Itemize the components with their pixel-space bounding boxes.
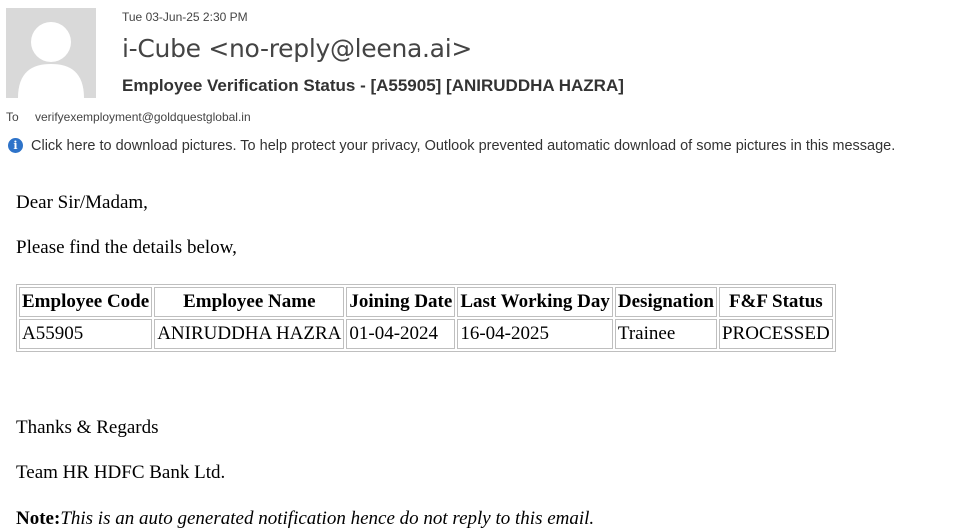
header-designation: Designation <box>614 287 717 317</box>
recipient-row: To verifyexemployment@goldquestglobal.in <box>6 110 251 124</box>
employee-details-table: Employee Code Employee Name Joining Date… <box>16 284 836 352</box>
avatar[interactable] <box>6 8 96 98</box>
cell-joining-date: 01-04-2024 <box>346 319 456 349</box>
sent-date: Tue 03-Jun-25 2:30 PM <box>122 10 248 24</box>
note-text: This is an auto generated notification h… <box>60 508 595 529</box>
recipient-address[interactable]: verifyexemployment@goldquestglobal.in <box>35 110 251 124</box>
infobar-text[interactable]: Click here to download pictures. To help… <box>31 138 895 154</box>
signature-team: Team HR HDFC Bank Ltd. <box>16 462 226 483</box>
cell-employee-code: A55905 <box>19 319 153 349</box>
header-ff-status: F&F Status <box>718 287 833 317</box>
info-icon: i <box>8 137 23 153</box>
sender-name[interactable]: i-Cube <no-reply@leena.ai> <box>122 34 472 63</box>
cell-last-working-day: 16-04-2025 <box>457 319 613 349</box>
header-last-working-day: Last Working Day <box>457 287 613 317</box>
note-label: Note: <box>16 508 61 529</box>
header-employee-code: Employee Code <box>19 287 153 317</box>
to-label: To <box>6 110 19 124</box>
intro-text: Please find the details below, <box>16 237 237 258</box>
note-line: Note:This is an auto generated notificat… <box>16 508 594 530</box>
email-subject: Employee Verification Status - [A55905] … <box>122 76 624 95</box>
table-header-row: Employee Code Employee Name Joining Date… <box>19 287 833 317</box>
cell-ff-status: PROCESSED <box>718 319 833 349</box>
header-joining-date: Joining Date <box>346 287 456 317</box>
cell-designation: Trainee <box>614 319 717 349</box>
regards-text: Thanks & Regards <box>16 417 159 438</box>
cell-employee-name: ANIRUDDHA HAZRA <box>154 319 345 349</box>
header-employee-name: Employee Name <box>154 287 345 317</box>
download-pictures-infobar[interactable]: i Click here to download pictures. To he… <box>8 137 895 154</box>
table-row: A55905 ANIRUDDHA HAZRA 01-04-2024 16-04-… <box>19 319 833 349</box>
person-placeholder-icon <box>6 8 96 98</box>
greeting: Dear Sir/Madam, <box>16 192 148 213</box>
